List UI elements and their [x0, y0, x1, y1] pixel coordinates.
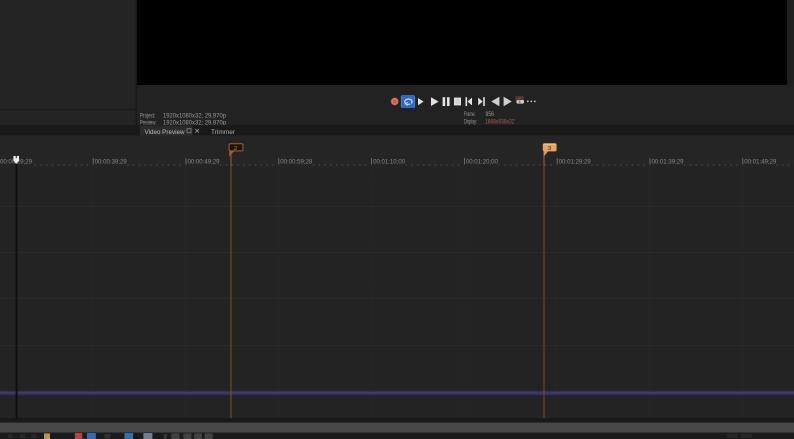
svg-text:00:00:39;29: 00:00:39;29	[95, 159, 127, 166]
svg-text:2: 2	[234, 146, 238, 152]
svg-text:Project:: Project:	[140, 113, 156, 120]
svg-text:00:00:49;29: 00:00:49;29	[188, 159, 220, 166]
svg-text:00:00:59;28: 00:00:59;28	[280, 159, 312, 166]
svg-text:3: 3	[547, 146, 551, 152]
svg-text:00:01:20;00: 00:01:20;00	[466, 159, 498, 166]
svg-text:00:01:29;29: 00:01:29;29	[559, 159, 591, 166]
svg-text:00:01:49;29: 00:01:49;29	[744, 159, 776, 166]
svg-text:1920x1080x32; 29,970p: 1920x1080x32; 29,970p	[163, 113, 226, 120]
svg-text:Video Preview: Video Preview	[145, 129, 185, 136]
svg-text:Trimmer: Trimmer	[211, 129, 236, 136]
svg-text:1668x938x32: 1668x938x32	[485, 119, 515, 126]
svg-text:Frame:: Frame:	[464, 111, 476, 118]
svg-text:00:01:10;00: 00:01:10;00	[373, 159, 405, 166]
svg-text:956: 956	[486, 111, 495, 118]
svg-text:Display:: Display:	[464, 119, 477, 126]
svg-text:00:01:39;29: 00:01:39;29	[652, 159, 684, 166]
